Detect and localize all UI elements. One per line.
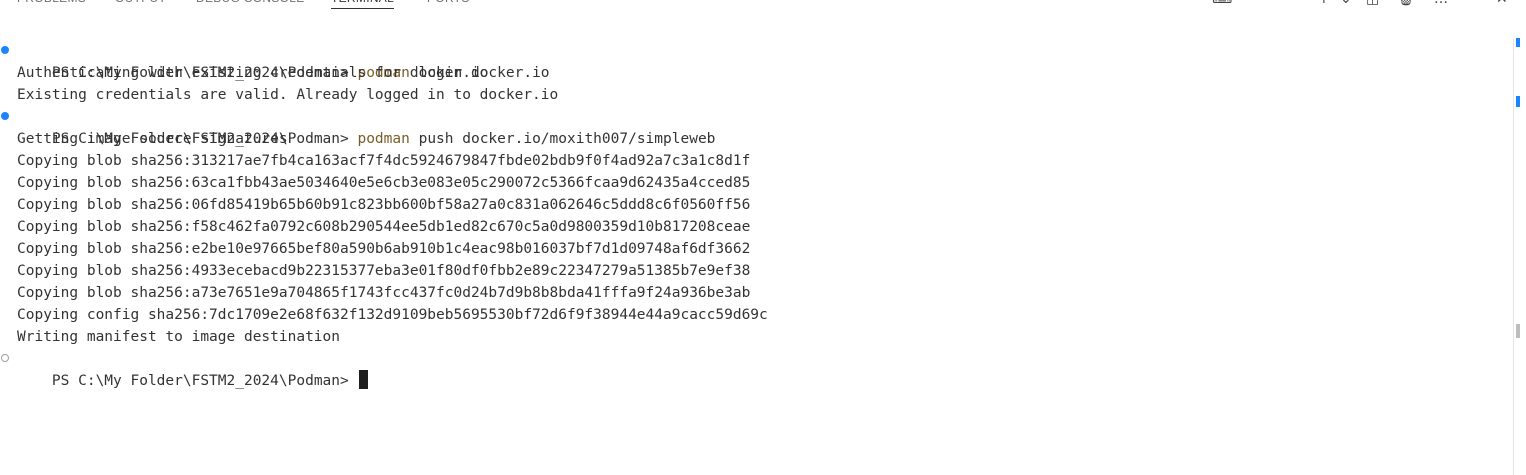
scrollbar-marker [1516, 324, 1520, 338]
text-cursor [359, 370, 369, 389]
terminal-line: PS C:\My Folder\FSTM2_2024\Podman> podma… [0, 40, 1510, 81]
prompt: PS C:\My Folder\FSTM2_2024\Podman> [51, 373, 358, 389]
terminal-line: Copying blob sha256:a73e7651e9a704865f17… [17, 285, 751, 301]
scrollbar-marker [1516, 38, 1520, 47]
terminal-output[interactable]: PS C:\My Folder\FSTM2_2024\Podman> podma… [0, 40, 1510, 389]
tab-ports[interactable]: PORTS [427, 0, 470, 8]
command-success-icon[interactable] [1, 46, 9, 54]
close-icon[interactable]: ✕ [1496, 0, 1508, 8]
tab-terminal[interactable]: TERMINAL [331, 0, 395, 9]
terminal-line: Writing manifest to image destination [17, 329, 341, 345]
terminal-line: Copying blob sha256:06fd85419b65b60b91c8… [17, 197, 751, 213]
terminal-scrollbar[interactable] [1513, 38, 1525, 475]
chevron-down-icon[interactable]: ⌄ [1340, 0, 1352, 8]
terminal-line: Copying blob sha256:4933ecebacd9b2231537… [17, 263, 751, 279]
terminal-line: PS C:\My Folder\FSTM2_2024\Podman> [0, 348, 1510, 389]
command-success-icon[interactable] [1, 112, 9, 120]
terminal-line: Copying config sha256:7dc1709e2e68f632f1… [17, 307, 768, 323]
terminal-line: Authenticating with existing credentials… [17, 65, 489, 81]
split-icon[interactable]: ◫ [1366, 0, 1379, 8]
maximize-icon[interactable]: ⌃ [1465, 0, 1477, 8]
terminal-line: PS C:\My Folder\FSTM2_2024\Podman> podma… [0, 106, 1510, 147]
scrollbar-track [1513, 38, 1514, 475]
terminal-line: Copying blob sha256:313217ae7fb4ca163acf… [17, 153, 751, 169]
tab-debug-console[interactable]: DEBUG CONSOLE [196, 0, 305, 8]
terminal-line: Copying blob sha256:f58c462fa0792c608b29… [17, 219, 751, 235]
add-icon[interactable]: + [1318, 0, 1330, 8]
panel-tab-bar: PROBLEMS OUTPUT DEBUG CONSOLE TERMINAL P… [0, 0, 1526, 12]
tab-output[interactable]: OUTPUT [115, 0, 166, 8]
terminal-line: Existing credentials are valid. Already … [17, 87, 559, 103]
terminal-line: Copying blob sha256:63ca1fbb43ae5034640e… [17, 175, 751, 191]
tab-problems[interactable]: PROBLEMS [17, 0, 86, 8]
more-icon[interactable]: … [1434, 0, 1448, 8]
terminal-icon[interactable]: ⌨ [1212, 0, 1232, 8]
trash-icon[interactable]: 🗑 [1397, 0, 1415, 8]
terminal-line: Getting image source signatures [17, 131, 288, 147]
terminal-line: Copying blob sha256:e2be10e97665bef80a59… [17, 241, 751, 257]
command-pending-icon[interactable] [1, 354, 9, 362]
scrollbar-marker [1516, 96, 1520, 107]
